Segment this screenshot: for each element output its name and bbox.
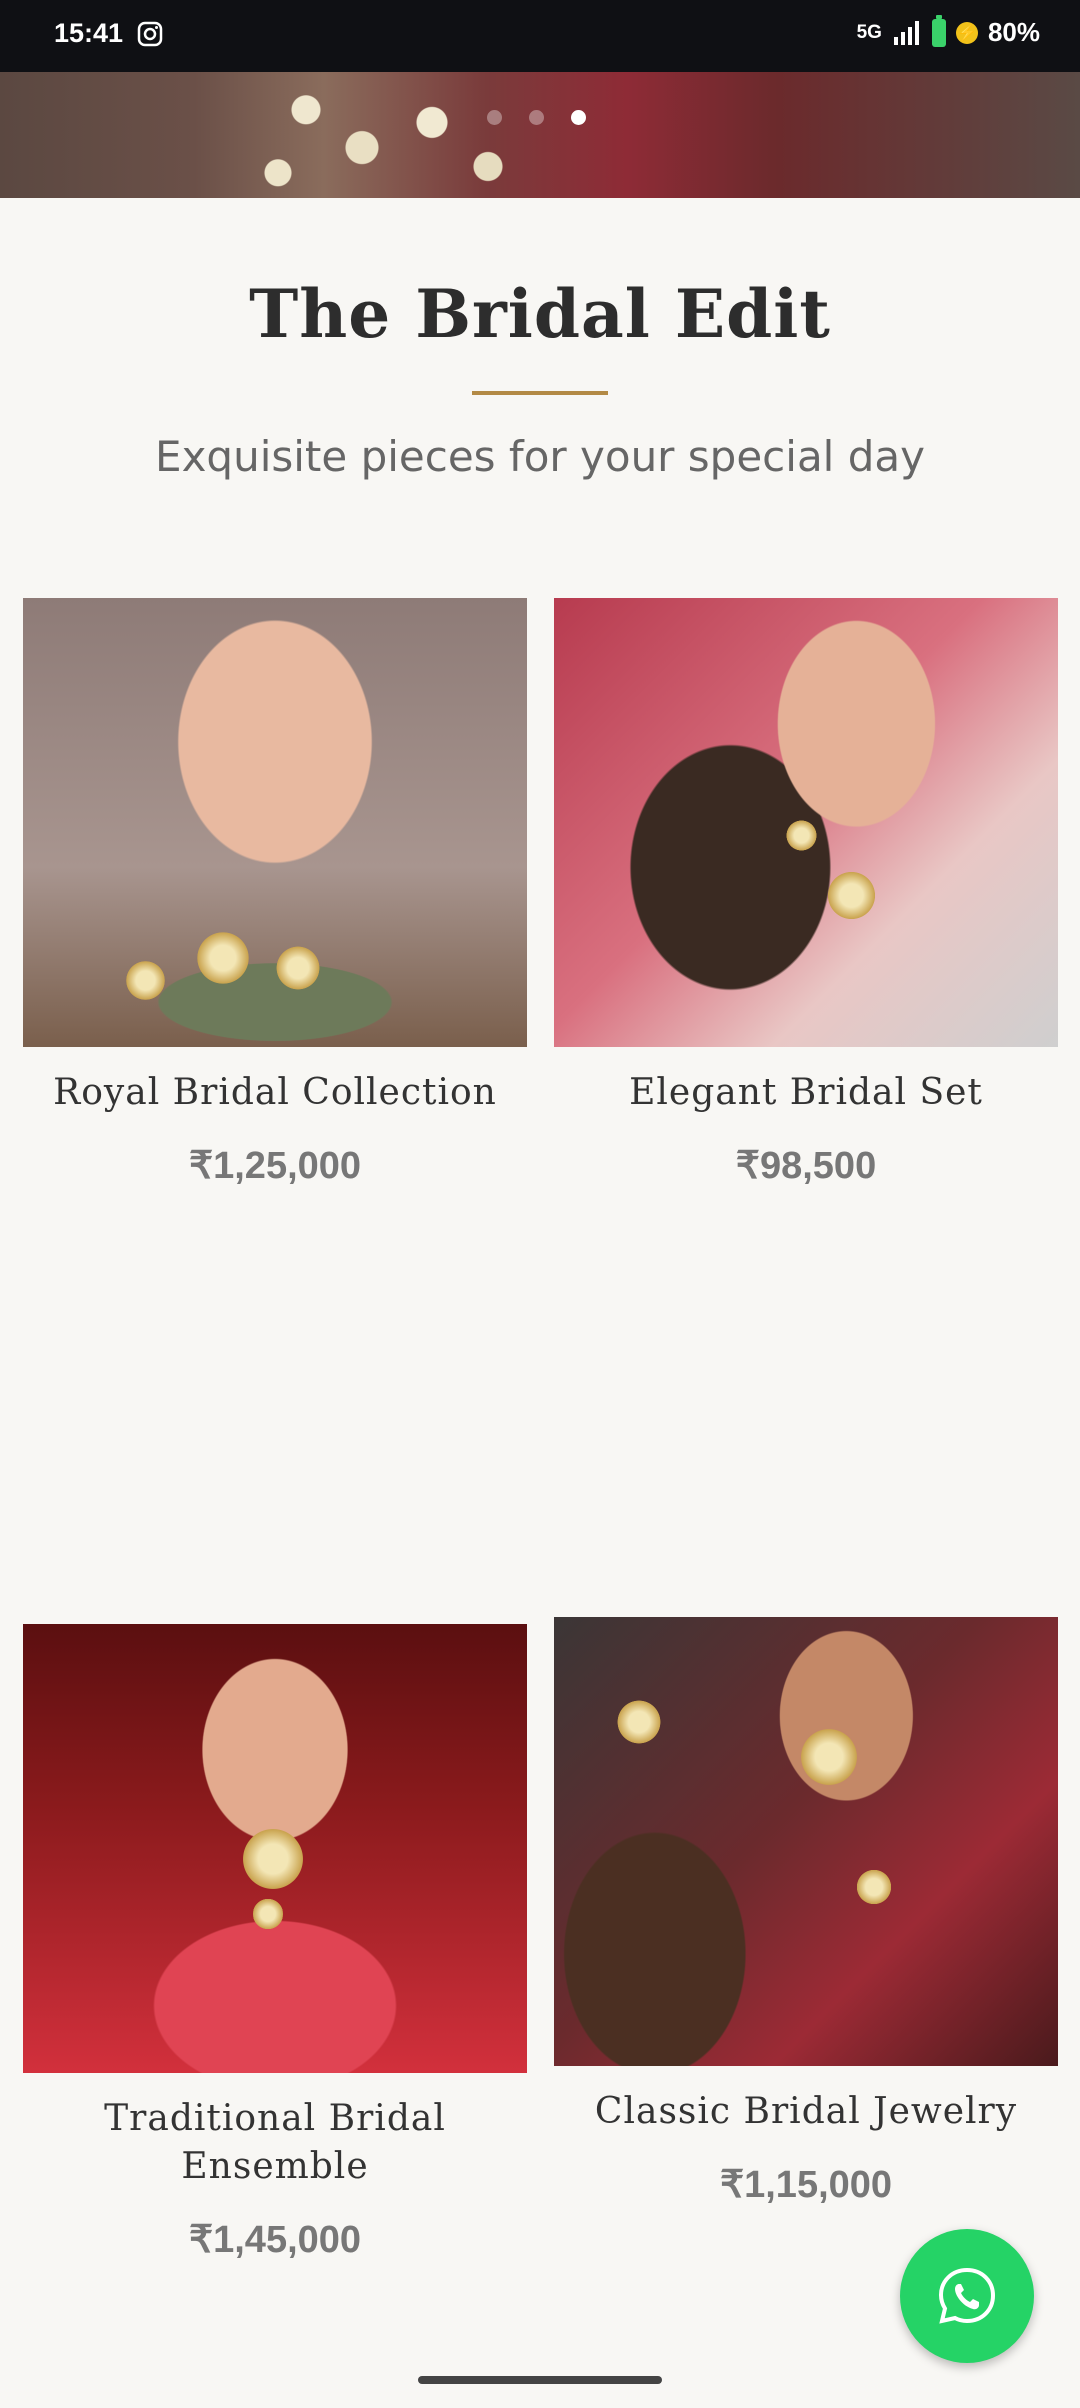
product-price: ₹1,25,000	[188, 1145, 362, 1187]
whatsapp-icon	[938, 2267, 996, 2324]
product-image[interactable]	[554, 598, 1058, 1047]
whatsapp-button[interactable]	[900, 2229, 1034, 2363]
section-title: The Bridal Edit	[249, 275, 831, 353]
product-price: ₹1,15,000	[719, 2164, 893, 2206]
charging-icon: ⚡	[955, 21, 978, 44]
product-price: ₹98,500	[735, 1145, 877, 1187]
network-label: 5G	[856, 21, 882, 43]
product-name[interactable]: Classic Bridal Jewelry	[554, 2088, 1058, 2136]
signal-icon	[893, 20, 919, 45]
hero-carousel[interactable]	[0, 72, 1080, 198]
title-divider	[472, 391, 608, 395]
home-indicator[interactable]	[418, 2376, 662, 2384]
carousel-dot-3[interactable]	[571, 110, 586, 125]
product-name[interactable]: Royal Bridal Collection	[23, 1069, 527, 1117]
product-name[interactable]: Elegant Bridal Set	[554, 1069, 1058, 1117]
carousel-dot-1[interactable]	[487, 110, 502, 125]
status-indicators: 5G ⚡ 80%	[856, 14, 1040, 48]
product-image[interactable]	[23, 1624, 527, 2073]
product-card[interactable]: Classic Bridal Jewelry ₹1,15,000	[554, 1617, 1058, 2207]
product-card[interactable]: Elegant Bridal Set ₹98,500	[554, 598, 1058, 1188]
instagram-icon	[137, 21, 163, 47]
battery-percent: 80%	[987, 17, 1040, 47]
product-image[interactable]	[554, 1617, 1058, 2066]
battery-icon	[931, 14, 946, 47]
product-price: ₹1,45,000	[188, 2219, 362, 2261]
carousel-dots	[487, 110, 586, 125]
section-subtitle: Exquisite pieces for your special day	[155, 432, 925, 481]
product-name[interactable]: Traditional Bridal Ensemble	[23, 2095, 527, 2191]
status-bar: 15:41 5G ⚡ 80%	[0, 0, 1080, 72]
product-image[interactable]	[23, 598, 527, 1047]
product-card[interactable]: Traditional Bridal Ensemble ₹1,45,000	[23, 1624, 527, 2262]
carousel-dot-2[interactable]	[529, 110, 544, 125]
status-time: 15:41	[54, 18, 124, 48]
hero-image	[250, 72, 530, 198]
product-card[interactable]: Royal Bridal Collection ₹1,25,000	[23, 598, 527, 1188]
